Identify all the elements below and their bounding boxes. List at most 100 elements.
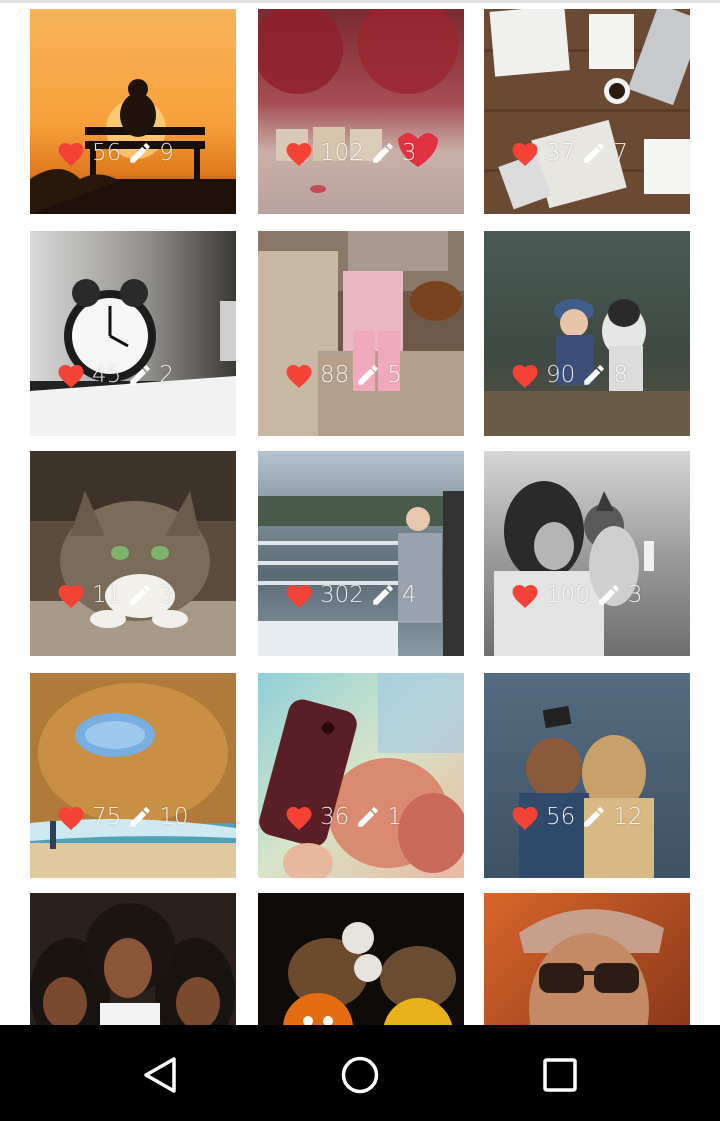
photo-tile[interactable]: 302 4	[258, 451, 464, 656]
pencil-icon[interactable]	[127, 362, 153, 388]
heart-icon[interactable]	[56, 581, 86, 609]
photo-harbor-couple	[258, 451, 464, 656]
pencil-icon[interactable]	[581, 140, 607, 166]
edit-count: 2	[159, 362, 174, 388]
pencil-icon[interactable]	[355, 362, 381, 388]
like-count: 75	[92, 804, 122, 830]
photo-tile[interactable]	[30, 893, 236, 1025]
like-count: 45	[92, 362, 122, 388]
photo-stats: 75 10	[30, 789, 236, 845]
photo-tile[interactable]: 45 2	[30, 231, 236, 436]
photo-woman-dog	[484, 451, 690, 656]
heart-icon[interactable]	[284, 581, 314, 609]
pencil-icon[interactable]	[127, 804, 153, 830]
recents-icon	[543, 1058, 577, 1092]
photo-sea-cave	[30, 673, 236, 878]
edit-count: 8	[613, 362, 628, 388]
photo-tile[interactable]: 56 12	[484, 673, 690, 878]
like-count: 100	[546, 582, 590, 608]
heart-icon[interactable]	[510, 803, 540, 831]
photo-roses-blocks	[258, 9, 464, 214]
edit-count: 3	[159, 582, 174, 608]
photo-stats: 56 12	[484, 789, 690, 845]
photo-tile[interactable]: 56 9	[30, 9, 236, 214]
photo-stats: 88 5	[258, 347, 464, 403]
photo-desk-newspaper	[484, 9, 690, 214]
photo-stats: 302 4	[258, 567, 464, 623]
back-icon	[144, 1057, 176, 1093]
photo-stats: 63 5	[484, 1009, 690, 1025]
photo-phone-selfie	[258, 673, 464, 878]
edit-count: 4	[401, 582, 417, 608]
heart-icon[interactable]	[510, 139, 540, 167]
photo-tile[interactable]: 102 3	[258, 9, 464, 214]
photo-tile[interactable]: 11 3	[30, 451, 236, 656]
edit-count: 7	[613, 140, 628, 166]
photo-three-girls	[30, 893, 236, 1025]
photo-sofa-dog	[258, 231, 464, 436]
pencil-icon[interactable]	[127, 140, 153, 166]
edit-count: 5	[387, 362, 402, 388]
photo-boy-husky	[484, 231, 690, 436]
photo-stats: 45 2	[30, 347, 236, 403]
photo-cat	[30, 451, 236, 656]
photo-tile[interactable]: 63 5	[484, 893, 690, 1025]
like-count: 56	[546, 804, 576, 830]
heart-icon[interactable]	[284, 361, 314, 389]
edit-count: 9	[159, 140, 174, 166]
photo-stats: 37 7	[484, 125, 690, 181]
pencil-icon[interactable]	[581, 804, 607, 830]
photo-man-sunglasses	[484, 893, 690, 1025]
pencil-icon[interactable]	[127, 582, 153, 608]
like-count: 302	[320, 582, 364, 608]
pencil-icon[interactable]	[596, 582, 622, 608]
edit-count: 1	[387, 804, 402, 830]
photo-stats	[30, 1009, 236, 1025]
system-navigation-bar	[0, 1025, 720, 1121]
photo-tile[interactable]: 75 10	[30, 673, 236, 878]
like-count: 11	[92, 582, 122, 608]
photo-tile[interactable]: 88 5	[258, 231, 464, 436]
home-icon	[341, 1056, 379, 1094]
recents-button[interactable]	[536, 1051, 584, 1099]
edit-count: 10	[159, 804, 189, 830]
photo-tile[interactable]: 37 7	[484, 9, 690, 214]
photo-grid: 56 9 102 3 37 7 45 2 88 5 90 8 11 3 302 …	[0, 0, 720, 1025]
photo-tile[interactable]: 90 8	[484, 231, 690, 436]
heart-icon[interactable]	[56, 139, 86, 167]
photo-stats: 90 8	[484, 347, 690, 403]
photo-stats: 96 2	[258, 1009, 464, 1025]
heart-icon[interactable]	[510, 581, 540, 609]
photo-stats: 102 3	[258, 125, 464, 181]
photo-tile[interactable]: 36 1	[258, 673, 464, 878]
pencil-icon[interactable]	[370, 582, 396, 608]
photo-stats: 100 3	[484, 567, 690, 623]
photo-stats: 36 1	[258, 789, 464, 845]
edit-count: 12	[613, 804, 643, 830]
photo-couple-selfie-sea	[484, 673, 690, 878]
photo-stats: 11 3	[30, 567, 236, 623]
edit-count: 3	[401, 140, 417, 166]
like-count: 88	[320, 362, 350, 388]
pencil-icon[interactable]	[581, 362, 607, 388]
like-count: 56	[92, 140, 122, 166]
heart-icon[interactable]	[56, 803, 86, 831]
back-button[interactable]	[136, 1051, 184, 1099]
like-count: 102	[320, 140, 364, 166]
photo-orange-hats	[258, 893, 464, 1025]
pencil-icon[interactable]	[370, 140, 396, 166]
heart-icon[interactable]	[284, 139, 314, 167]
heart-icon[interactable]	[284, 803, 314, 831]
like-count: 36	[320, 804, 350, 830]
pencil-icon[interactable]	[355, 804, 381, 830]
photo-tile[interactable]: 100 3	[484, 451, 690, 656]
photo-tile[interactable]: 96 2	[258, 893, 464, 1025]
photo-bench-sunset	[30, 9, 236, 214]
heart-icon[interactable]	[510, 361, 540, 389]
heart-icon[interactable]	[56, 361, 86, 389]
photo-alarm-clock	[30, 231, 236, 436]
like-count: 37	[546, 140, 576, 166]
photo-stats: 56 9	[30, 125, 236, 181]
like-count: 90	[546, 362, 576, 388]
home-button[interactable]	[336, 1051, 384, 1099]
